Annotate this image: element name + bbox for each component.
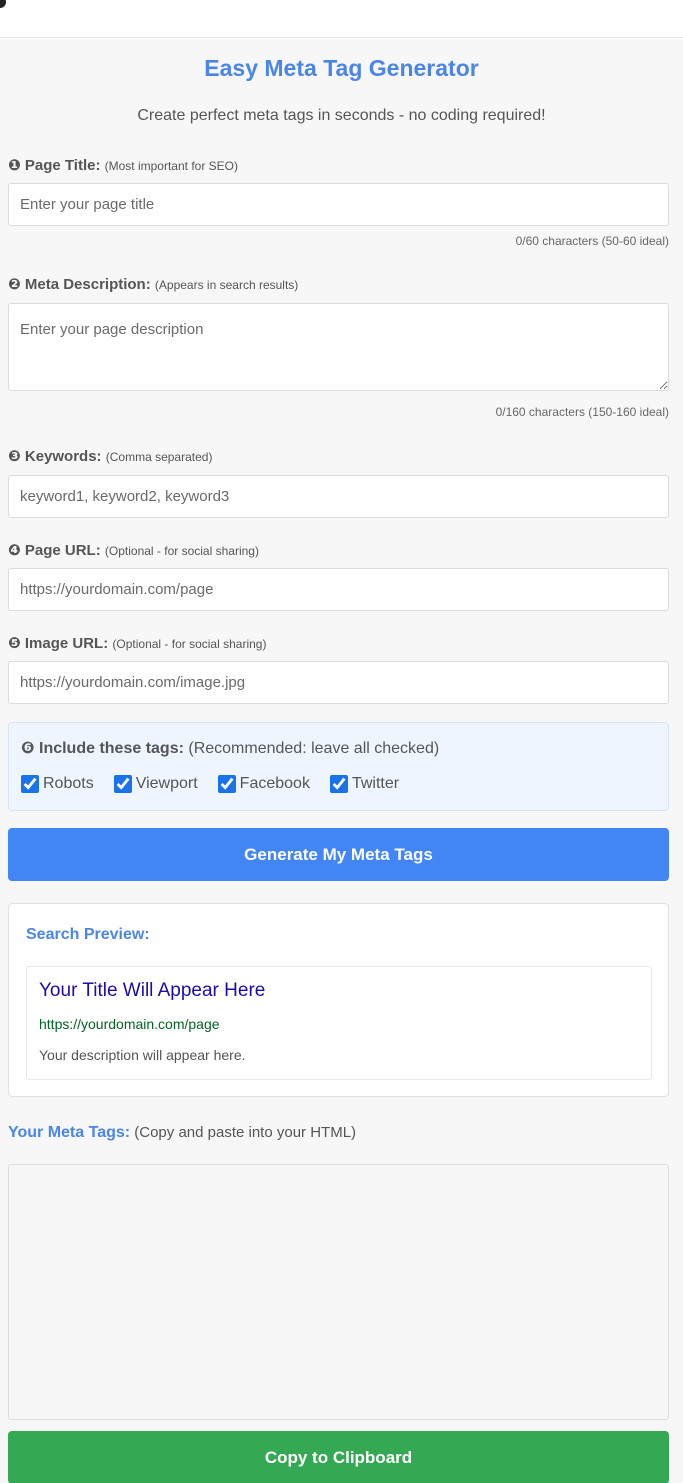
copy-to-clipboard-button[interactable]: Copy to Clipboard (8, 1431, 669, 1483)
generate-meta-tags-button[interactable]: Generate My Meta Tags (8, 828, 669, 881)
serp-description: Your description will appear here. (39, 1047, 246, 1063)
page-title-label-text: ❶ Page Title: (8, 157, 101, 174)
twitter-option-label: Twitter (351, 775, 400, 792)
facebook-option-label: Facebook (239, 775, 310, 792)
page-title-counter: 0/60 characters (50-60 ideal) (515, 234, 669, 248)
search-preview-card: Search Preview: Your Title Will Appear H… (8, 903, 669, 1097)
include-tags-label: ❻ Include these tags: (Recommended: leav… (21, 738, 439, 758)
include-tags-panel: ❻ Include these tags: (Recommended: leav… (8, 722, 669, 811)
keywords-label: ❸ Keywords: (Comma separated) (8, 447, 212, 465)
include-tags-hint: (Recommended: leave all checked) (188, 740, 440, 757)
include-tags-label-text: ❻ Include these tags: (21, 740, 184, 757)
browser-top-bar (0, 0, 683, 38)
meta-description-hint: (Appears in search results) (154, 278, 299, 292)
meta-description-label-text: ❷ Meta Description: (8, 276, 151, 293)
page-title-input[interactable] (8, 183, 669, 226)
search-preview-heading: Search Preview: (26, 926, 150, 943)
serp-url: https://yourdomain.com/page (39, 1016, 220, 1032)
robots-option-label: Robots (43, 775, 94, 792)
serp-result: Your Title Will Appear Here https://your… (26, 966, 652, 1080)
page-title-label: ❶ Page Title: (Most important for SEO) (8, 156, 238, 174)
meta-tags-output-label-text: Your Meta Tags: (8, 1124, 131, 1141)
partial-avatar-icon (0, 0, 6, 8)
tag-checkbox-group: Robots Viewport Facebook Twitter (21, 775, 419, 793)
page-url-input[interactable] (8, 568, 669, 611)
meta-description-counter: 0/160 characters (150-160 ideal) (495, 405, 669, 419)
viewport-option[interactable]: Viewport (113, 775, 198, 793)
image-url-input[interactable] (8, 661, 669, 704)
page-title: Easy Meta Tag Generator (204, 55, 479, 81)
meta-description-label: ❷ Meta Description: (Appears in search r… (8, 275, 298, 293)
page-url-label: ❹ Page URL: (Optional - for social shari… (8, 541, 259, 559)
twitter-checkbox[interactable] (329, 775, 348, 793)
meta-description-input[interactable] (8, 303, 669, 391)
image-url-label: ❺ Image URL: (Optional - for social shar… (8, 634, 266, 652)
facebook-option[interactable]: Facebook (217, 775, 310, 793)
robots-option[interactable]: Robots (21, 775, 94, 793)
page-url-label-text: ❹ Page URL: (8, 542, 101, 559)
page-title-hint: (Most important for SEO) (104, 159, 238, 173)
meta-tags-output[interactable] (8, 1164, 669, 1420)
image-url-label-text: ❺ Image URL: (8, 635, 109, 652)
serp-title: Your Title Will Appear Here (39, 980, 266, 1001)
meta-tags-output-hint: (Copy and paste into your HTML) (134, 1124, 357, 1141)
facebook-checkbox[interactable] (217, 775, 236, 793)
keywords-label-text: ❸ Keywords: (8, 448, 102, 465)
page-subtitle: Create perfect meta tags in seconds - no… (137, 107, 546, 124)
viewport-checkbox[interactable] (113, 775, 132, 793)
keywords-input[interactable] (8, 475, 669, 518)
keywords-hint: (Comma separated) (105, 450, 213, 464)
twitter-option[interactable]: Twitter (329, 775, 400, 793)
robots-checkbox[interactable] (21, 775, 39, 793)
viewport-option-label: Viewport (135, 775, 198, 792)
meta-tags-output-label: Your Meta Tags: (Copy and paste into you… (8, 1124, 356, 1142)
meta-tag-generator-page: Easy Meta Tag Generator Create perfect m… (0, 39, 683, 1483)
image-url-hint: (Optional - for social sharing) (112, 637, 267, 651)
page-url-hint: (Optional - for social sharing) (104, 544, 259, 558)
